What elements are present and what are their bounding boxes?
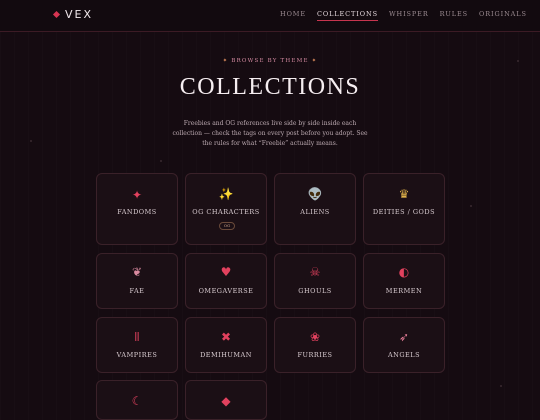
leaf-icon: ❦ xyxy=(131,265,143,279)
background-star xyxy=(160,160,162,162)
collection-demihuman[interactable]: ✖ DEMIHUMAN xyxy=(185,317,267,373)
collection-omegaverse[interactable]: ♥ OMEGAVERSE xyxy=(185,253,267,309)
collection-label: ANGELS xyxy=(387,351,421,359)
collection-fandoms[interactable]: ✦ FANDOMS xyxy=(96,173,178,245)
collection-label: MERMEN xyxy=(385,287,423,295)
collection-moon[interactable]: ☾ xyxy=(96,380,178,420)
collection-label: DEMIHUMAN xyxy=(200,351,252,359)
nav-whisper[interactable]: WHISPER xyxy=(389,10,429,21)
nav-collections[interactable]: COLLECTIONS xyxy=(317,10,378,21)
collection-aliens[interactable]: 👽 ALIENS xyxy=(274,173,356,245)
nav-home[interactable]: HOME xyxy=(280,10,306,21)
collection-label: VAMPIRES xyxy=(116,351,158,359)
collection-label: FANDOMS xyxy=(117,208,157,216)
nav-links: HOME COLLECTIONS WHISPER RULES ORIGINALS xyxy=(280,10,527,21)
collection-label: OG CHARACTERS xyxy=(192,208,260,216)
diamond-icon: ◆ xyxy=(221,394,231,408)
brand-name: VEX xyxy=(65,8,94,21)
nav-originals[interactable]: ORIGINALS xyxy=(479,10,527,21)
page-title: COLLECTIONS xyxy=(179,74,361,100)
collection-label: FAE xyxy=(129,287,145,295)
skull-icon: ☠ xyxy=(309,265,321,279)
collection-label: GHOULS xyxy=(298,287,332,295)
star-icon: ✦ xyxy=(222,58,229,64)
collection-mermen[interactable]: ◐ MERMEN xyxy=(363,253,445,309)
nav-rules[interactable]: RULES xyxy=(440,10,468,21)
og-badge: OG xyxy=(219,222,235,230)
moon-icon: ☾ xyxy=(131,394,143,408)
feather-icon: ➶ xyxy=(398,330,410,344)
collection-label: ALIENS xyxy=(300,208,330,216)
paw-icon: ❀ xyxy=(309,330,321,344)
background-star xyxy=(30,140,32,142)
eyebrow: ✦ BROWSE BY THEME ✦ xyxy=(0,58,540,64)
sparkle-icon: ✦ xyxy=(131,188,143,202)
collection-og-characters[interactable]: ✨ OG CHARACTERS OG xyxy=(185,173,267,245)
collection-angels[interactable]: ➶ ANGELS xyxy=(363,317,445,373)
background-star xyxy=(500,385,502,387)
collection-label: DEITIES / GODS xyxy=(372,208,436,216)
fangs-icon: ǁ xyxy=(134,330,140,344)
collection-label: FURRIES xyxy=(297,351,333,359)
collection-fae[interactable]: ❦ FAE xyxy=(96,253,178,309)
eyebrow-text: BROWSE BY THEME xyxy=(231,58,309,64)
twinkle-stars-icon: ✨ xyxy=(218,187,234,201)
star-icon: ✦ xyxy=(311,58,318,64)
intro-text: Freebies and OG references live side by … xyxy=(172,120,368,147)
diamond-icon xyxy=(52,10,61,19)
half-circle-icon: ◐ xyxy=(398,265,410,279)
top-nav: VEX HOME COLLECTIONS WHISPER RULES ORIGI… xyxy=(0,0,540,32)
crown-icon: ♛ xyxy=(398,187,410,201)
collection-diamond[interactable]: ◆ xyxy=(185,380,267,420)
collection-deities-gods[interactable]: ♛ DEITIES / GODS xyxy=(363,173,445,245)
brand-logo[interactable]: VEX xyxy=(52,8,94,21)
background-star xyxy=(470,205,472,207)
collection-furries[interactable]: ❀ FURRIES xyxy=(274,317,356,373)
collection-vampires[interactable]: ǁ VAMPIRES xyxy=(96,317,178,373)
heart-icon: ♥ xyxy=(220,265,232,279)
cross-bandage-icon: ✖ xyxy=(220,330,232,344)
alien-icon: 👽 xyxy=(307,187,323,201)
background-star xyxy=(517,60,519,62)
collection-label: OMEGAVERSE xyxy=(198,287,254,295)
collection-ghouls[interactable]: ☠ GHOULS xyxy=(274,253,356,309)
